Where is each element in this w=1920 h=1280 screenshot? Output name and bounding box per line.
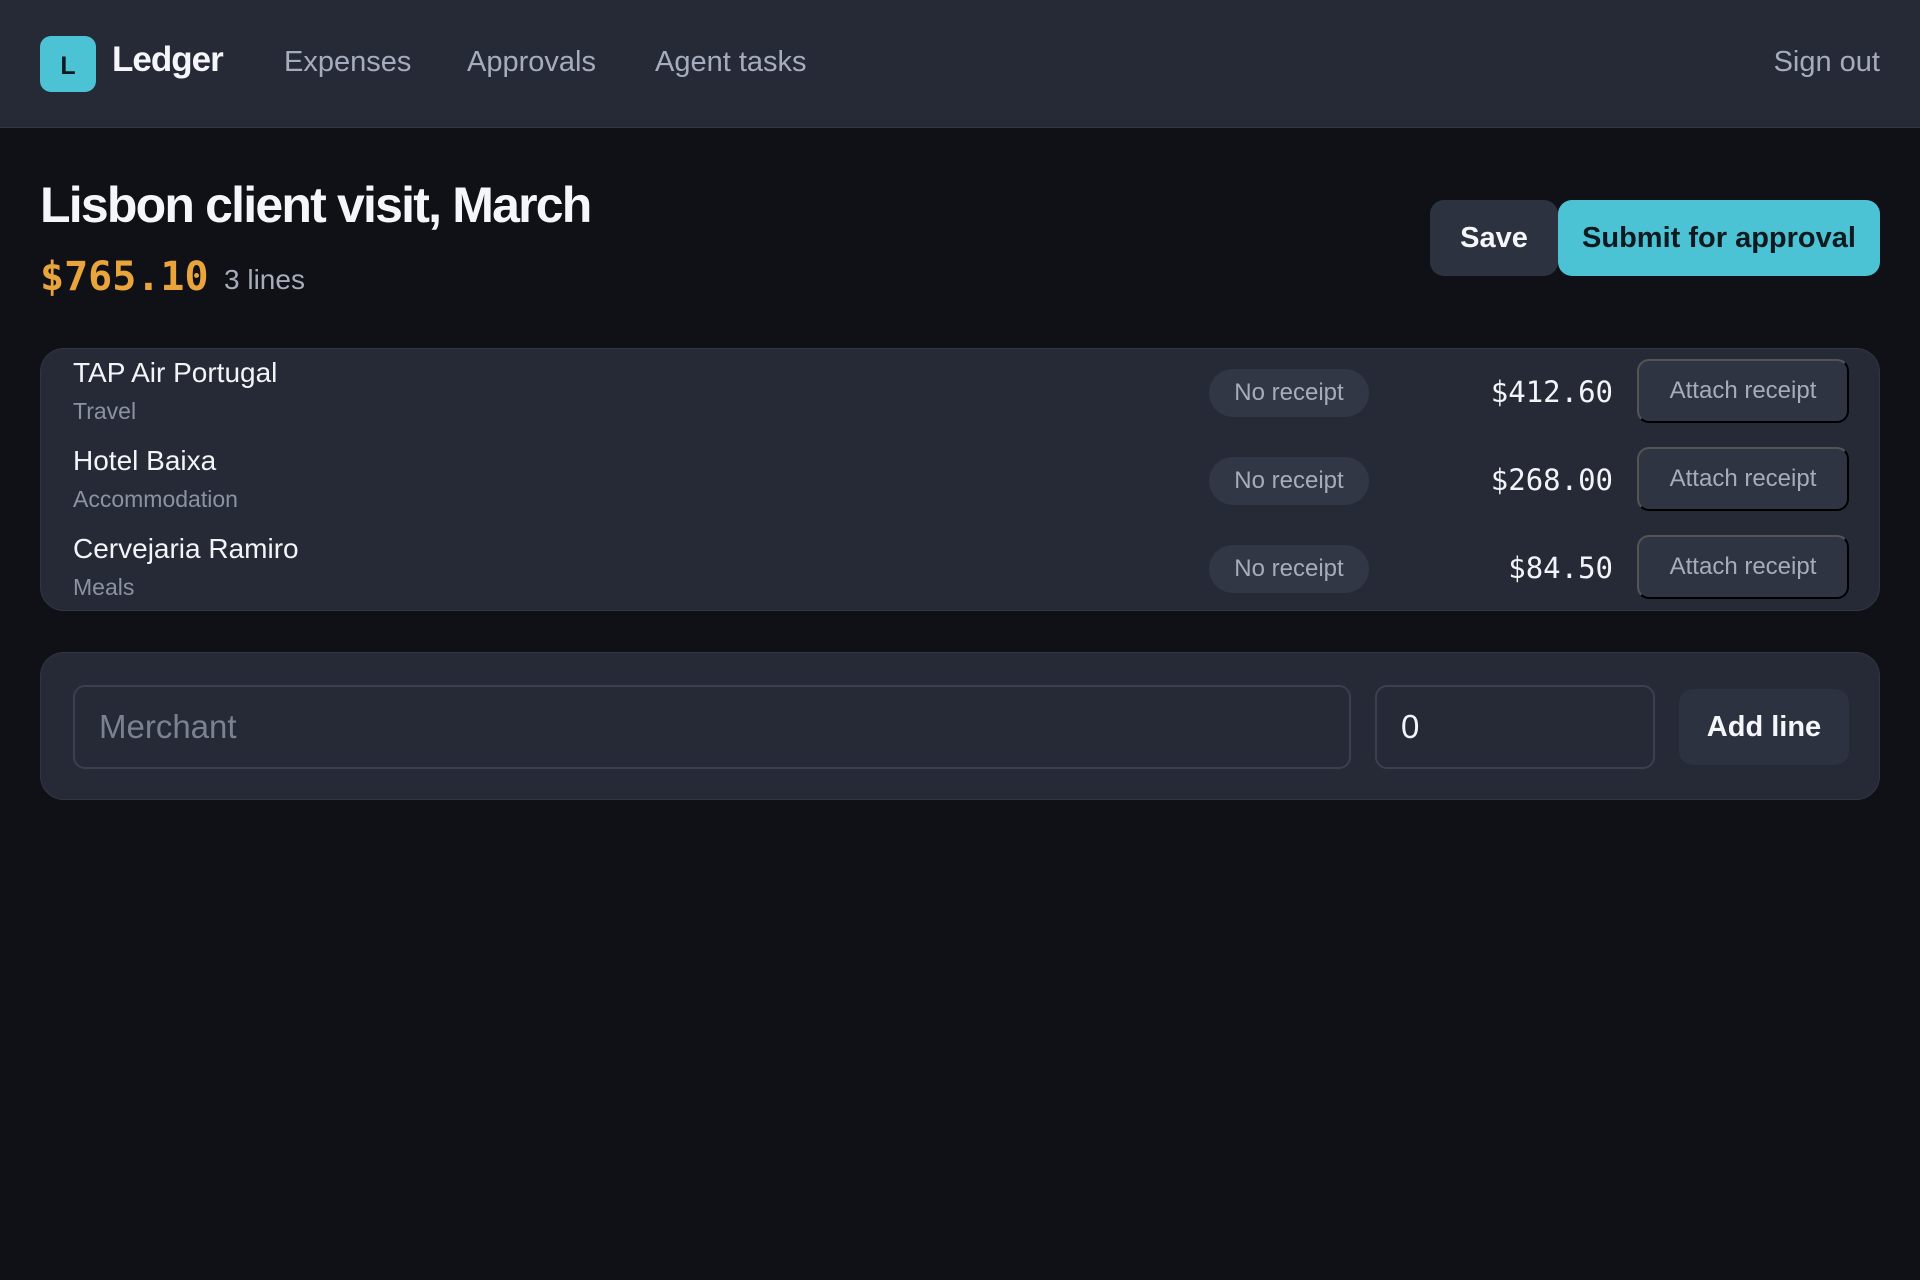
- nav-link-approvals[interactable]: Approvals: [467, 46, 596, 79]
- ledger-logo-icon[interactable]: L: [40, 36, 96, 92]
- save-button[interactable]: Save: [1430, 200, 1558, 276]
- receipt-status-badge: No receipt: [1209, 369, 1369, 417]
- attach-receipt-button[interactable]: Attach receipt: [1637, 447, 1849, 511]
- nav-link-agent-tasks[interactable]: Agent tasks: [655, 46, 807, 79]
- report-title: Lisbon client visit, March: [40, 177, 592, 233]
- top-navigation-bar: L Ledger Expenses Approvals Agent tasks …: [0, 0, 1920, 128]
- receipt-status-badge: No receipt: [1209, 457, 1369, 505]
- expense-line-row: TAP Air Portugal Travel No receipt $412.…: [41, 349, 1879, 437]
- line-amount: $268.00: [1490, 463, 1613, 497]
- submit-for-approval-button[interactable]: Submit for approval: [1558, 200, 1880, 276]
- expense-line-row: Hotel Baixa Accommodation No receipt $26…: [41, 437, 1879, 525]
- add-line-button[interactable]: Add line: [1679, 689, 1849, 765]
- merchant-input[interactable]: [73, 685, 1351, 769]
- amount-input[interactable]: [1375, 685, 1655, 769]
- nav-link-expenses[interactable]: Expenses: [284, 46, 411, 79]
- attach-receipt-button[interactable]: Attach receipt: [1637, 359, 1849, 423]
- line-category: Meals: [73, 574, 135, 600]
- line-merchant: Cervejaria Ramiro: [73, 533, 299, 564]
- expense-lines-list: TAP Air Portugal Travel No receipt $412.…: [40, 348, 1880, 611]
- line-merchant: TAP Air Portugal: [73, 357, 278, 388]
- add-line-form: Add line: [40, 652, 1880, 800]
- line-merchant: Hotel Baixa: [73, 445, 217, 476]
- expense-line-row: Cervejaria Ramiro Meals No receipt $84.5…: [41, 525, 1879, 613]
- sign-out-link[interactable]: Sign out: [1774, 46, 1880, 79]
- receipt-status-badge: No receipt: [1209, 545, 1369, 593]
- report-line-count: 3 lines: [224, 264, 305, 295]
- line-category: Travel: [73, 398, 137, 424]
- app-name[interactable]: Ledger: [112, 40, 224, 80]
- line-amount: $412.60: [1490, 375, 1613, 409]
- attach-receipt-button[interactable]: Attach receipt: [1637, 535, 1849, 599]
- report-total-amount: $765.10: [40, 254, 209, 300]
- line-amount: $84.50: [1508, 551, 1613, 585]
- line-category: Accommodation: [73, 486, 238, 512]
